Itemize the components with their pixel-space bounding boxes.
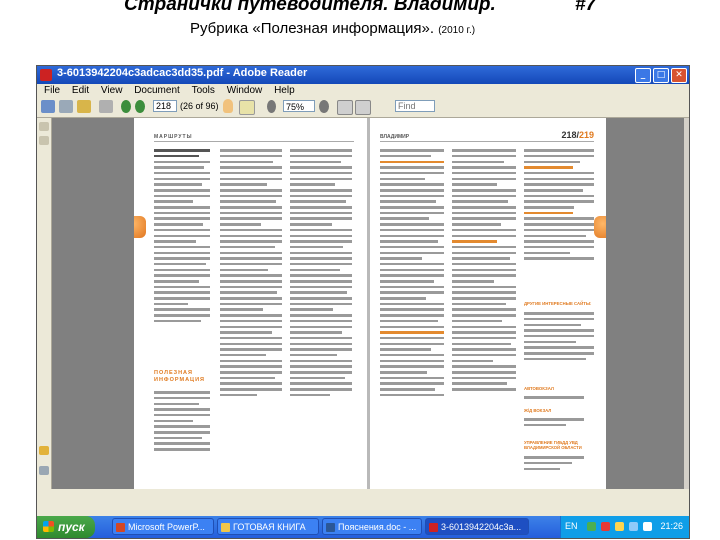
tray-icon[interactable] <box>629 522 638 531</box>
menu-document[interactable]: Document <box>134 84 180 97</box>
left-page-header: МАРШРУТЫ <box>154 134 193 140</box>
word-icon <box>326 523 335 532</box>
text-column <box>524 146 594 296</box>
powerpoint-icon <box>116 523 125 532</box>
attachments-icon[interactable] <box>39 466 49 475</box>
find-input[interactable] <box>395 100 435 112</box>
text-column <box>220 146 282 481</box>
minimize-button[interactable]: _ <box>635 68 651 83</box>
text-column <box>524 309 594 379</box>
taskbar-item-powerpoint[interactable]: Microsoft PowerP... <box>112 518 214 535</box>
slide-subtitle: Рубрика «Полезная информация». (2010 г.) <box>190 20 476 37</box>
slide-number: #7 <box>575 0 597 15</box>
menu-help[interactable]: Help <box>274 84 295 97</box>
zoom-select[interactable]: 75% <box>283 100 315 112</box>
text-column <box>452 146 516 481</box>
toolbar: (26 of 96) 75% <box>37 97 689 118</box>
taskbar-item-adobe-reader[interactable]: 3-6013942204c3a... <box>425 518 529 535</box>
slide-title: Странички путеводителя. Владимир. <box>124 0 496 15</box>
select-tool-icon[interactable] <box>239 100 255 115</box>
tray-icon[interactable] <box>601 522 610 531</box>
adobe-reader-icon <box>429 523 438 532</box>
previous-page-icon[interactable] <box>121 100 131 113</box>
email-icon[interactable] <box>77 100 91 113</box>
menu-view[interactable]: View <box>101 84 123 97</box>
folder-icon <box>221 523 230 532</box>
text-column <box>290 146 352 481</box>
navigation-pane <box>37 118 52 489</box>
section-other-sites: ДРУГИЕ ИНТЕРЕСНЫЕ САЙТЫ: <box>524 301 592 306</box>
tray-icon[interactable] <box>615 522 624 531</box>
pdf-page-left: МАРШРУТЫ ПОЛЕЗНАЯ ИНФОРМАЦИЯ <box>134 118 367 489</box>
section-bus-station: АВТОВОКЗАЛ <box>524 386 554 391</box>
window-titlebar[interactable]: 3-6013942204c3adcac3dd35.pdf - Adobe Rea… <box>37 66 689 84</box>
page-numbers: 218/219 <box>561 130 594 140</box>
right-page-header: ВЛАДИМИР <box>380 134 410 140</box>
menu-bar: File Edit View Document Tools Window Hel… <box>37 84 689 97</box>
print-icon[interactable] <box>59 100 73 113</box>
document-viewport[interactable]: МАРШРУТЫ ПОЛЕЗНАЯ ИНФОРМАЦИЯ ВЛАДИМИР 21… <box>52 118 684 489</box>
save-icon[interactable] <box>41 100 55 113</box>
vertical-scrollbar[interactable] <box>684 118 689 489</box>
slide-year: (2010 г.) <box>438 25 476 36</box>
menu-file[interactable]: File <box>44 84 60 97</box>
slide-header: Странички путеводителя. Владимир. #7 Руб… <box>0 0 720 58</box>
bookmarks-panel-icon[interactable] <box>39 136 49 145</box>
zoom-out-icon[interactable] <box>267 100 276 113</box>
next-page-button[interactable] <box>594 216 606 238</box>
windows-taskbar: пуск Microsoft PowerP... ГОТОВАЯ КНИГА П… <box>37 516 689 538</box>
hand-tool-icon[interactable] <box>223 99 233 113</box>
system-tray: EN 21:26 <box>560 516 689 538</box>
section-traffic-police: УПРАВЛЕНИЕ ГИБДД УВД ВЛАДИМИРСКОЙ ОБЛАСТ… <box>524 440 582 450</box>
menu-tools[interactable]: Tools <box>192 84 215 97</box>
next-page-icon[interactable] <box>135 100 145 113</box>
pages-panel-icon[interactable] <box>39 122 49 131</box>
section-useful-info: ПОЛЕЗНАЯ ИНФОРМАЦИЯ <box>154 370 205 383</box>
text-column <box>380 146 444 481</box>
menu-edit[interactable]: Edit <box>72 84 89 97</box>
header-divider <box>154 141 354 142</box>
volume-icon[interactable] <box>643 522 652 531</box>
page-number-input[interactable] <box>153 100 177 112</box>
window-title: 3-6013942204c3adcac3dd35.pdf - Adobe Rea… <box>57 67 308 79</box>
fit-page-icon[interactable] <box>337 100 353 115</box>
taskbar-item-word[interactable]: Пояснения.doc - ... <box>322 518 422 535</box>
page-count: (26 of 96) <box>180 101 219 111</box>
text-column <box>524 393 584 405</box>
taskbar-item-folder[interactable]: ГОТОВАЯ КНИГА <box>217 518 319 535</box>
text-column <box>524 453 584 477</box>
menu-window[interactable]: Window <box>227 84 263 97</box>
text-column <box>524 415 584 435</box>
previous-page-button[interactable] <box>134 216 146 238</box>
section-railway-station: Ж/Д ВОКЗАЛ <box>524 408 552 413</box>
maximize-button[interactable]: □ <box>653 68 669 83</box>
tray-icon[interactable] <box>587 522 596 531</box>
adobe-reader-icon <box>40 69 52 81</box>
close-button[interactable]: ✕ <box>671 68 687 83</box>
screenshot: 3-6013942204c3adcac3dd35.pdf - Adobe Rea… <box>36 65 690 539</box>
windows-logo-icon <box>43 521 54 532</box>
zoom-in-icon[interactable] <box>319 100 329 113</box>
start-button[interactable]: пуск <box>37 516 95 538</box>
status-bar <box>37 489 689 516</box>
language-indicator[interactable]: EN <box>565 521 578 531</box>
search-icon[interactable] <box>99 100 113 113</box>
pdf-page-right: ВЛАДИМИР 218/219 ДРУГИЕ ИНТЕРЕСНЫЕ САЙТЫ… <box>370 118 606 489</box>
comments-icon[interactable] <box>39 446 49 455</box>
fit-width-icon[interactable] <box>355 100 371 115</box>
header-divider <box>380 141 594 142</box>
clock: 21:26 <box>660 521 683 531</box>
text-column <box>154 388 210 478</box>
